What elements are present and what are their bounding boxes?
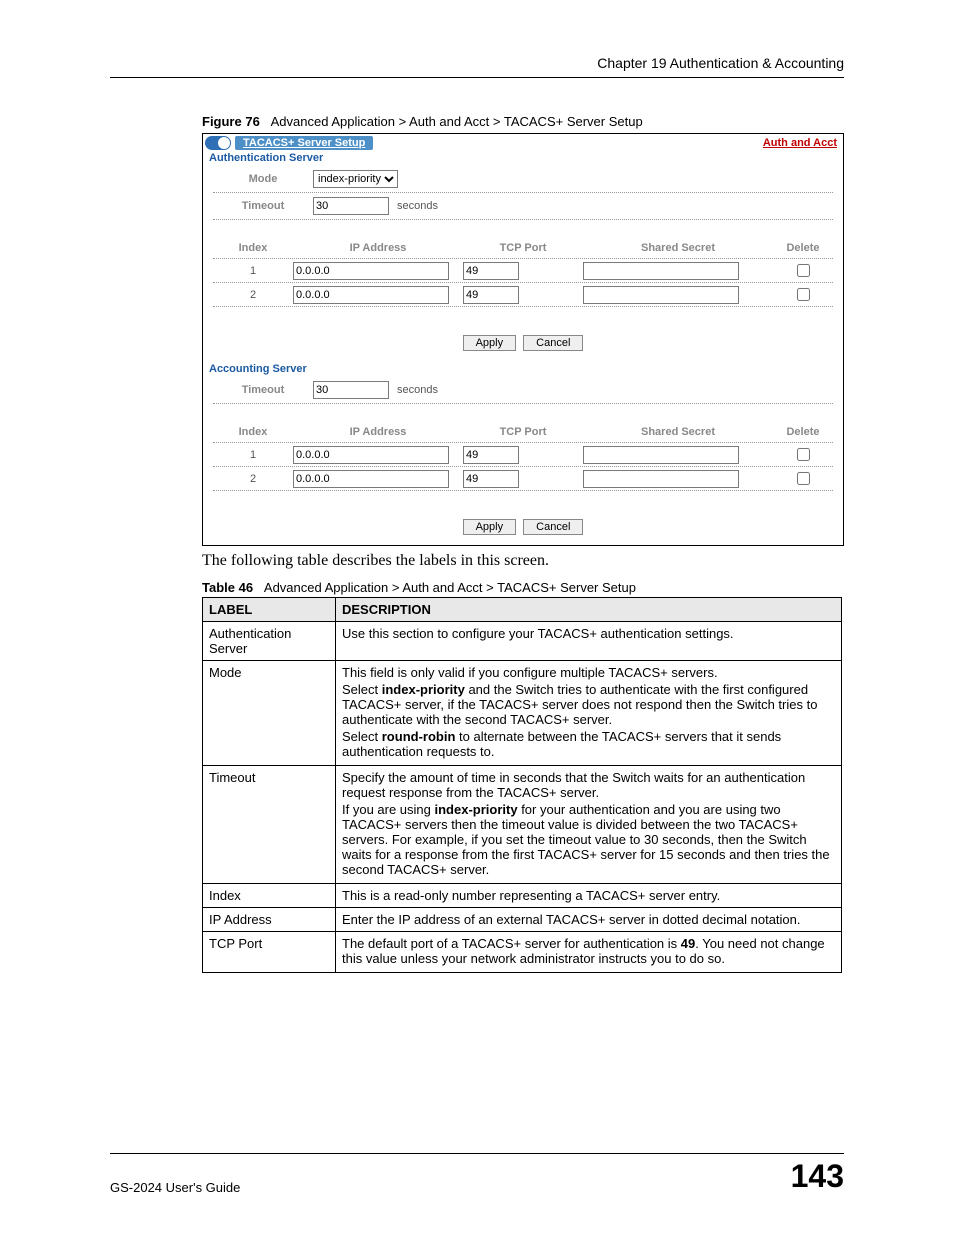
acct-timeout-unit: seconds xyxy=(397,384,438,396)
desc-para: If you are using index-priority for your… xyxy=(342,802,835,877)
th-description: DESCRIPTION xyxy=(336,598,842,622)
secret-input[interactable] xyxy=(583,286,739,304)
label-cell: Authentication Server xyxy=(203,622,336,661)
port-input[interactable] xyxy=(463,262,519,280)
acct-timeout-label: Timeout xyxy=(213,384,313,396)
toggle-icon xyxy=(205,136,231,150)
col-ip: IP Address xyxy=(293,426,463,438)
figure-number: Figure 76 xyxy=(202,114,260,129)
index-cell: 1 xyxy=(213,265,293,277)
desc-cell: Use this section to configure your TACAC… xyxy=(336,622,842,661)
desc-para: Select index-priority and the Switch tri… xyxy=(342,682,835,727)
table-row: 1 xyxy=(213,443,833,467)
desc-para: The default port of a TACACS+ server for… xyxy=(342,936,835,966)
secret-input[interactable] xyxy=(583,470,739,488)
screenshot-panel: TACACS+ Server Setup Auth and Acct Authe… xyxy=(202,133,844,546)
col-port: TCP Port xyxy=(463,242,583,254)
desc-cell: This field is only valid if you configur… xyxy=(336,661,842,766)
auth-and-acct-link[interactable]: Auth and Acct xyxy=(763,137,837,149)
desc-cell: The default port of a TACACS+ server for… xyxy=(336,932,842,973)
col-secret: Shared Secret xyxy=(583,242,773,254)
ip-input[interactable] xyxy=(293,446,449,464)
desc-cell: Enter the IP address of an external TACA… xyxy=(336,908,842,932)
delete-checkbox[interactable] xyxy=(797,264,810,277)
acct-table-header: Index IP Address TCP Port Shared Secret … xyxy=(213,422,833,443)
table-row: 2 xyxy=(213,467,833,491)
page-number: 143 xyxy=(791,1158,844,1195)
label-cell: TCP Port xyxy=(203,932,336,973)
figure-caption: Figure 76 Advanced Application > Auth an… xyxy=(202,114,844,129)
col-index: Index xyxy=(213,426,293,438)
timeout-input[interactable] xyxy=(313,197,389,215)
label-cell: Index xyxy=(203,884,336,908)
label-cell: Timeout xyxy=(203,766,336,884)
desc-para: This field is only valid if you configur… xyxy=(342,665,835,680)
index-cell: 2 xyxy=(213,473,293,485)
auth-table-header: Index IP Address TCP Port Shared Secret … xyxy=(213,238,833,259)
secret-input[interactable] xyxy=(583,262,739,280)
auth-section-header: Authentication Server xyxy=(203,150,843,166)
description-table: LABEL DESCRIPTION Authentication Server … xyxy=(202,597,842,973)
screenshot-titlebar: TACACS+ Server Setup Auth and Acct xyxy=(203,134,843,150)
table-number: Table 46 xyxy=(202,580,253,595)
col-delete: Delete xyxy=(773,426,833,438)
col-delete: Delete xyxy=(773,242,833,254)
desc-cell: This is a read-only number representing … xyxy=(336,884,842,908)
table-row: 1 xyxy=(213,259,833,283)
page-footer: GS-2024 User's Guide 143 xyxy=(110,1153,844,1195)
col-ip: IP Address xyxy=(293,242,463,254)
apply-button[interactable]: Apply xyxy=(463,519,517,535)
th-label: LABEL xyxy=(203,598,336,622)
secret-input[interactable] xyxy=(583,446,739,464)
delete-checkbox[interactable] xyxy=(797,288,810,301)
apply-button[interactable]: Apply xyxy=(463,335,517,351)
mode-label: Mode xyxy=(213,173,313,185)
delete-checkbox[interactable] xyxy=(797,448,810,461)
table-caption-text: Advanced Application > Auth and Acct > T… xyxy=(264,580,636,595)
cancel-button[interactable]: Cancel xyxy=(523,519,583,535)
chapter-header: Chapter 19 Authentication & Accounting xyxy=(110,55,844,78)
timeout-label: Timeout xyxy=(213,200,313,212)
desc-para: Specify the amount of time in seconds th… xyxy=(342,770,835,800)
screenshot-title: TACACS+ Server Setup xyxy=(235,136,373,150)
cancel-button[interactable]: Cancel xyxy=(523,335,583,351)
figure-caption-text: Advanced Application > Auth and Acct > T… xyxy=(271,114,643,129)
desc-cell: Specify the amount of time in seconds th… xyxy=(336,766,842,884)
ip-input[interactable] xyxy=(293,286,449,304)
index-cell: 2 xyxy=(213,289,293,301)
footer-guide: GS-2024 User's Guide xyxy=(110,1180,240,1195)
delete-checkbox[interactable] xyxy=(797,472,810,485)
table-row: 2 xyxy=(213,283,833,307)
ip-input[interactable] xyxy=(293,470,449,488)
acct-timeout-input[interactable] xyxy=(313,381,389,399)
col-index: Index xyxy=(213,242,293,254)
index-cell: 1 xyxy=(213,449,293,461)
label-cell: IP Address xyxy=(203,908,336,932)
port-input[interactable] xyxy=(463,286,519,304)
port-input[interactable] xyxy=(463,446,519,464)
ip-input[interactable] xyxy=(293,262,449,280)
desc-para: Select round-robin to alternate between … xyxy=(342,729,835,759)
col-secret: Shared Secret xyxy=(583,426,773,438)
label-cell: Mode xyxy=(203,661,336,766)
mode-select[interactable]: index-priority xyxy=(313,170,398,188)
port-input[interactable] xyxy=(463,470,519,488)
intro-text: The following table describes the labels… xyxy=(202,552,844,570)
table-caption: Table 46 Advanced Application > Auth and… xyxy=(202,580,844,595)
acct-section-header: Accounting Server xyxy=(203,361,843,377)
col-port: TCP Port xyxy=(463,426,583,438)
timeout-unit: seconds xyxy=(397,200,438,212)
